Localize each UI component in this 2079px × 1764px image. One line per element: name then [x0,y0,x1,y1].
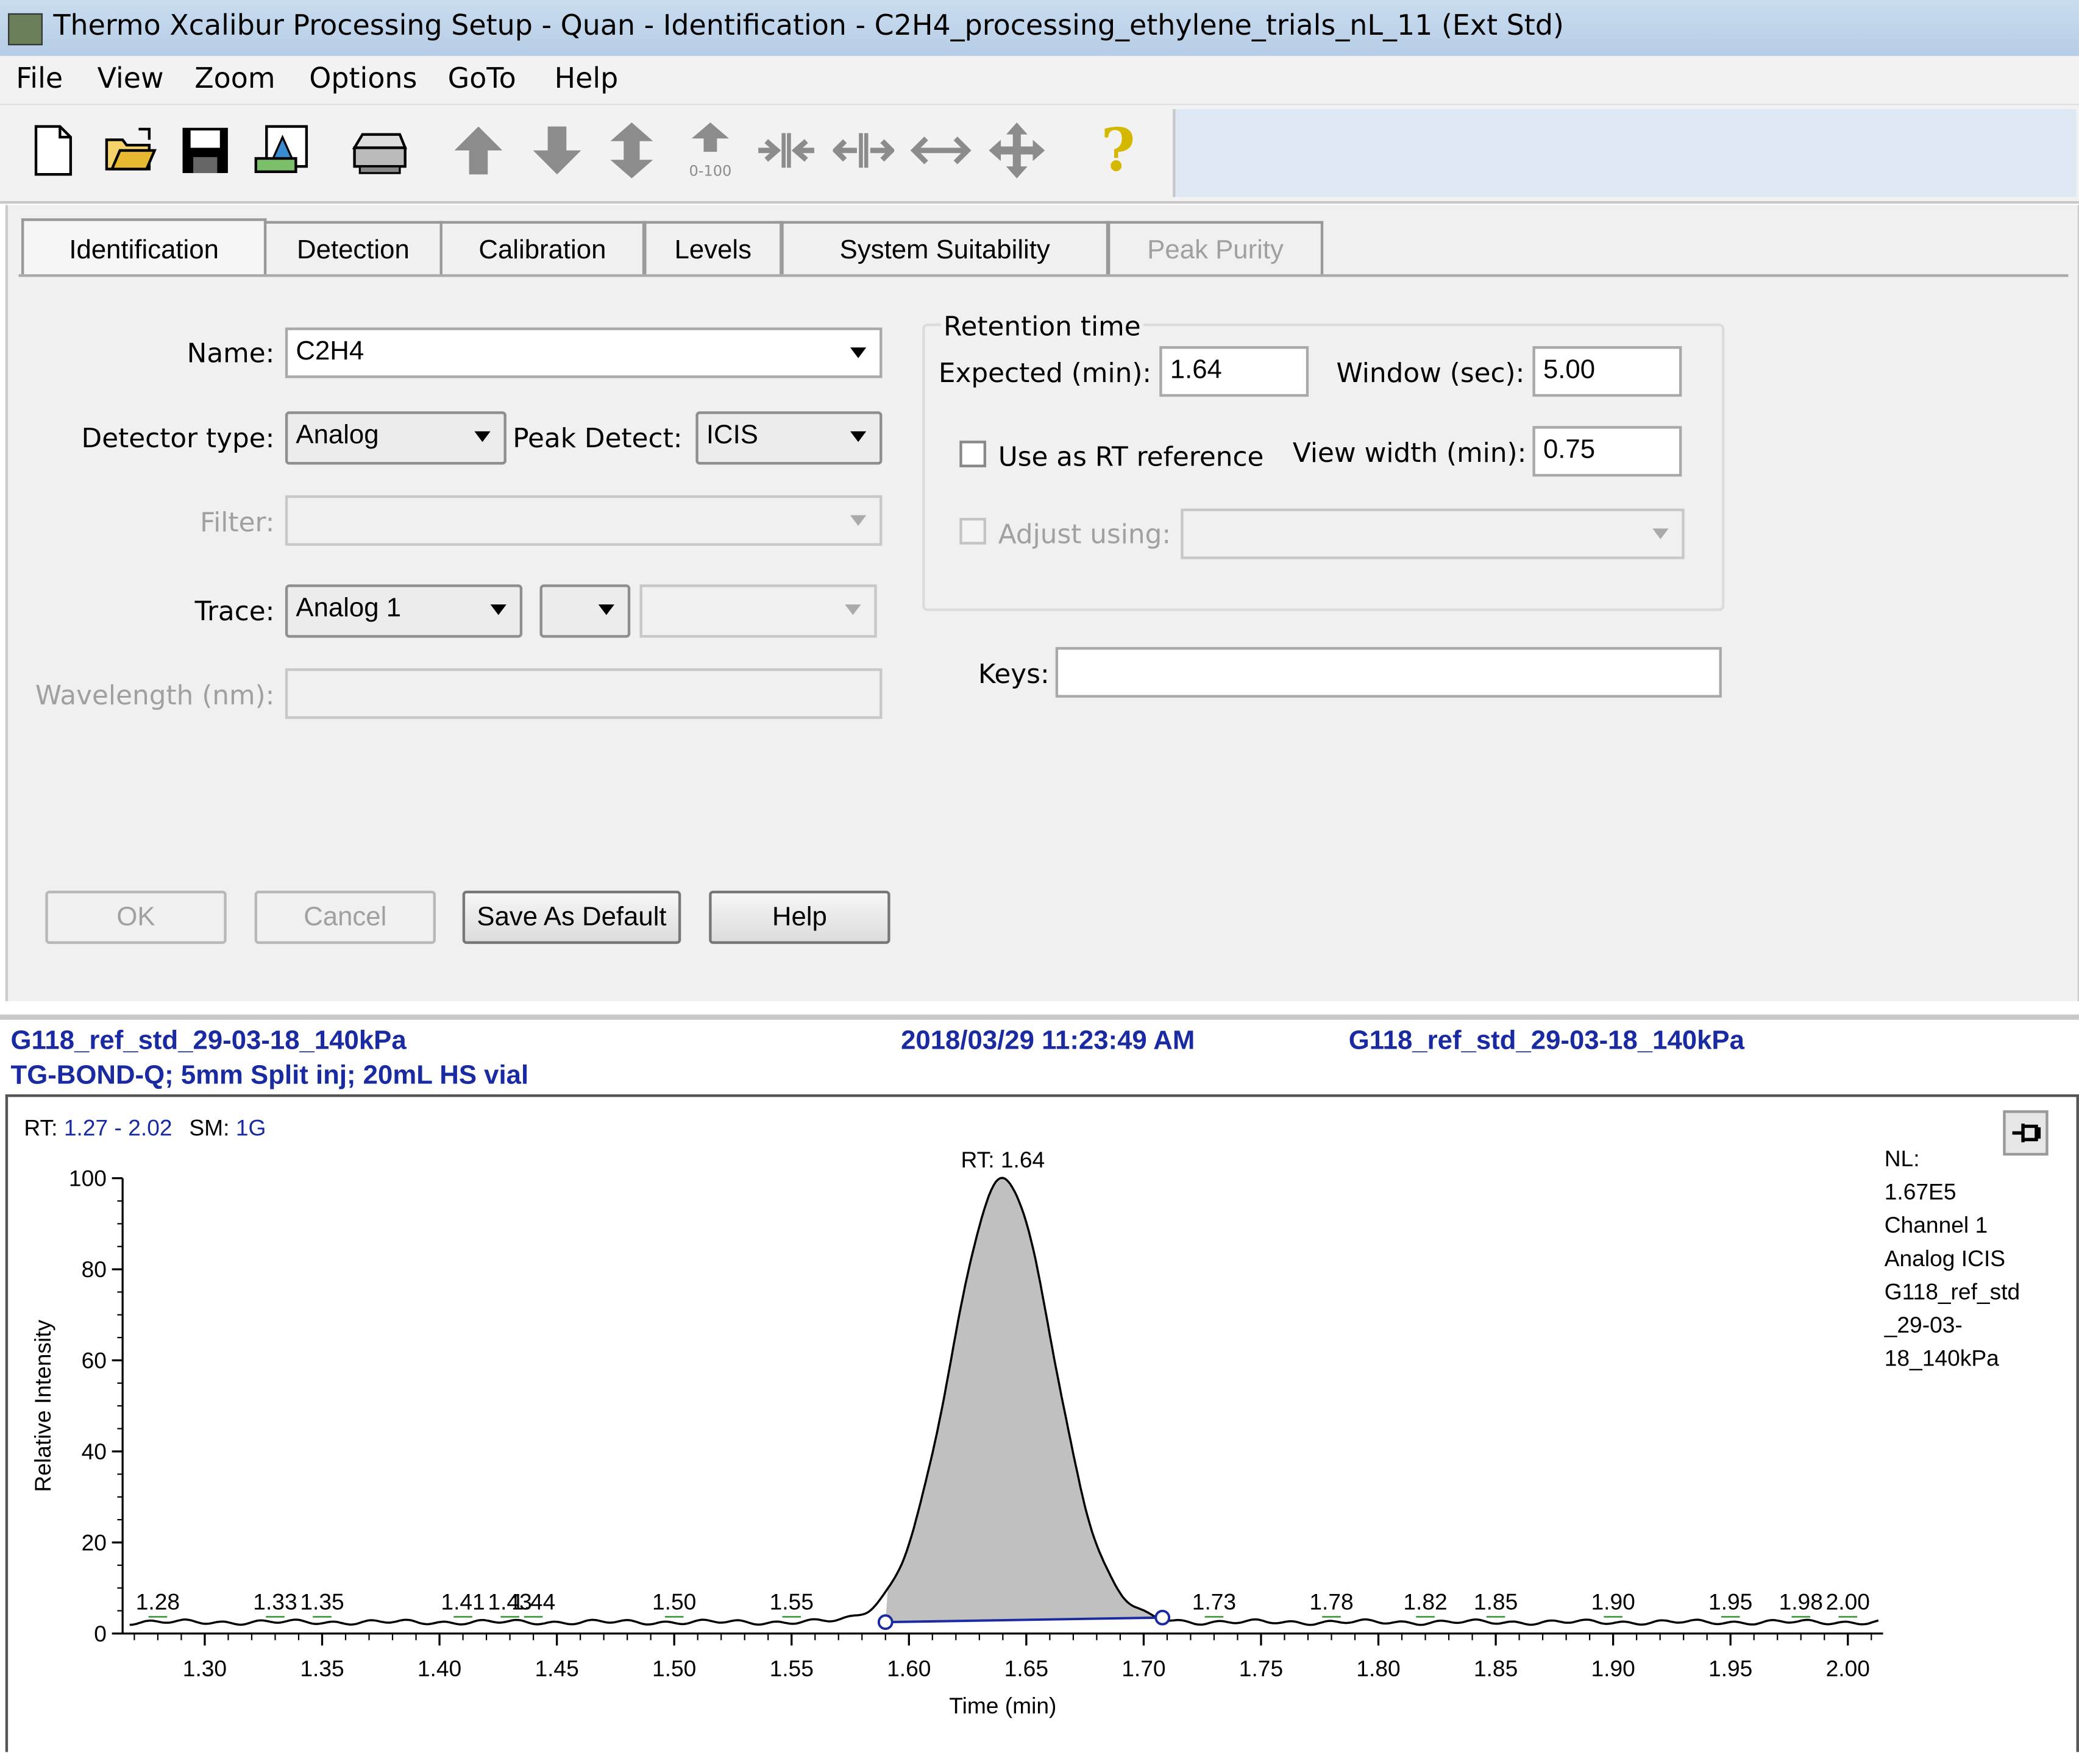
nl-line: NL: [1884,1146,1920,1172]
application-window: Thermo Xcalibur Processing Setup - Quan … [0,0,2079,1764]
minor-peak-label: 1.50 [652,1589,696,1615]
x-tick-label: 1.75 [1239,1656,1283,1681]
x-tick-label: 1.90 [1591,1656,1635,1681]
minor-peak-label: 1.82 [1403,1589,1447,1615]
minor-peak-label: 1.90 [1591,1589,1635,1615]
x-tick-label: 1.55 [770,1656,814,1681]
peak-label: RT: 1.64 [961,1147,1045,1172]
y-tick-label: 80 [82,1256,107,1282]
minor-peak-label: 1.98 [1779,1589,1823,1615]
x-tick-label: 1.85 [1474,1656,1518,1681]
minor-peak-label: 1.78 [1309,1589,1353,1615]
minor-peak-label: 1.55 [770,1589,814,1615]
minor-peak-label: 1.95 [1708,1589,1752,1615]
minor-peak-label: 1.35 [300,1589,344,1615]
x-tick-label: 1.95 [1708,1656,1752,1681]
nl-line: 1.67E5 [1884,1179,1956,1205]
x-tick-label: 1.45 [535,1656,578,1681]
y-axis-label: Relative Intensity [30,1319,55,1492]
x-tick-label: 1.40 [418,1656,461,1681]
minor-peak-label: 2.00 [1826,1589,1870,1615]
minor-peak-label: 1.33 [253,1589,297,1615]
x-tick-label: 1.50 [652,1656,696,1681]
peak-start-marker [877,1614,894,1631]
y-tick-label: 0 [94,1621,107,1646]
x-tick-label: 1.70 [1121,1656,1165,1681]
x-tick-label: 1.35 [300,1656,344,1681]
y-tick-label: 40 [82,1439,107,1464]
minor-peak-label: 1.28 [136,1589,180,1615]
normalization-info: NL: 1.67E5 Channel 1 Analog ICIS G118_re… [1885,1142,2020,1375]
nl-line: Analog ICIS [1884,1246,2006,1272]
nl-line: 18_140kPa [1884,1345,1999,1372]
x-tick-label: 1.60 [887,1656,931,1681]
rt-label: RT: [24,1115,58,1141]
rt-range-value: 1.27 - 2.02 [63,1115,172,1141]
x-tick-label: 1.65 [1004,1656,1048,1681]
y-tick-label: 100 [69,1166,107,1191]
nl-line: Channel 1 [1884,1213,1988,1238]
x-tick-label: 2.00 [1826,1656,1870,1681]
peak-end-marker [1154,1609,1171,1626]
minor-peak-label: 1.85 [1474,1589,1518,1615]
x-tick-label: 1.80 [1356,1656,1400,1681]
x-tick-label: 1.30 [183,1656,227,1681]
nl-line: G118_ref_std [1884,1279,2020,1305]
sm-value: 1G [235,1115,266,1141]
rt-range-info: RT: 1.27 - 2.02 SM: 1G [24,1116,266,1142]
y-tick-label: 20 [82,1530,107,1556]
nl-line: _29-03- [1884,1312,1963,1338]
minor-peak-label: 1.41 [441,1589,485,1615]
peak-area [885,1178,1163,1623]
minor-peak-label: 1.44 [511,1589,555,1615]
minor-peak-label: 1.73 [1192,1589,1236,1615]
x-axis-label: Time (min) [949,1693,1056,1718]
chromatogram-svg: 0 20 40 60 80 100 1.30 1.35 1.40 1.45 1.50 1.55 1.60… [30,1147,1883,1718]
sm-label: SM: [189,1115,230,1141]
y-tick-label: 60 [82,1348,107,1373]
